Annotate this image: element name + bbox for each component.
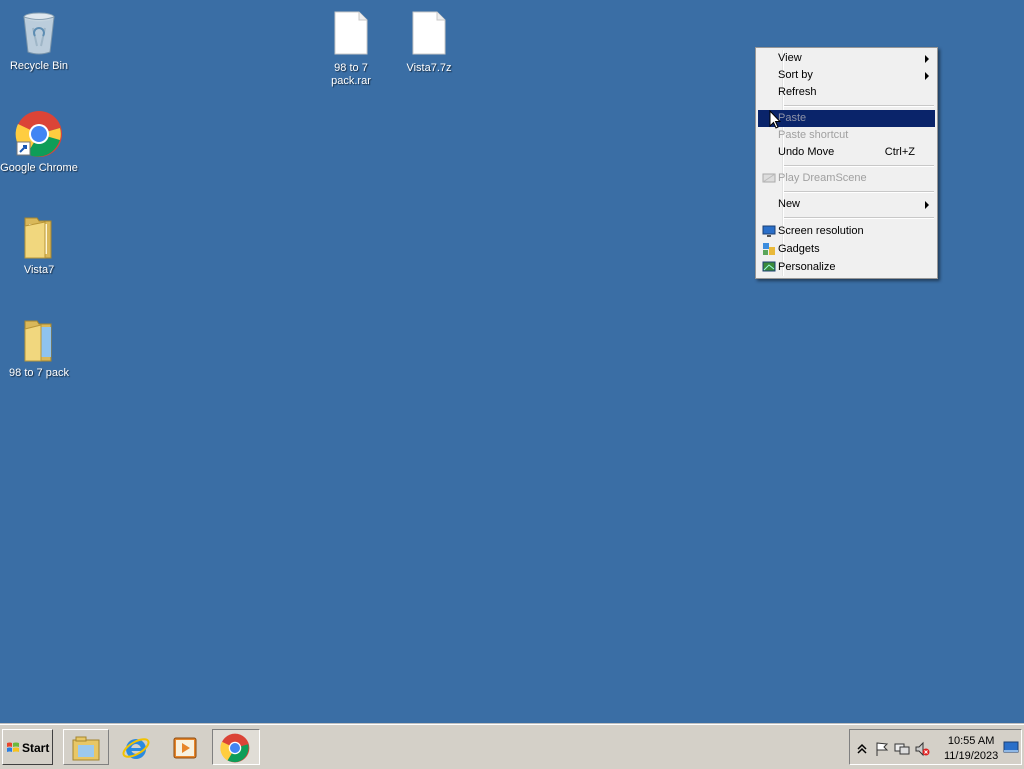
menu-item-new[interactable]: New (758, 196, 935, 213)
show-desktop-icon[interactable] (1003, 739, 1019, 755)
desktop-icon-vista7-7z[interactable]: Vista7.7z (390, 10, 468, 75)
menu-item-label: Paste (778, 112, 807, 124)
menu-item-label: Play DreamScene (778, 172, 867, 184)
chrome-shortcut-icon (15, 110, 63, 158)
dreamscene-icon (762, 171, 776, 185)
taskbar-chrome[interactable] (212, 729, 260, 765)
file-explorer-icon (72, 736, 100, 761)
submenu-arrow-icon (925, 201, 929, 209)
mouse-cursor-icon (769, 109, 782, 132)
notification-area: 10:55 AM 11/19/2023 (849, 729, 1022, 765)
desktop-icon-label: Google Chrome (0, 162, 78, 174)
menu-item-gadgets[interactable]: Gadgets (758, 241, 935, 258)
desktop-icon-label: Recycle Bin (9, 60, 69, 72)
windows-logo-icon (6, 741, 20, 758)
menu-separator (784, 165, 934, 167)
desktop-icon-label: Vista7 (23, 264, 55, 276)
menu-item-refresh[interactable]: Refresh (758, 84, 935, 101)
show-hidden-icons-icon[interactable] (854, 741, 870, 757)
menu-item-label: Sort by (778, 69, 813, 81)
menu-item-screen-resolution[interactable]: Screen resolution (758, 223, 935, 240)
start-button[interactable]: Start (2, 729, 53, 765)
gadgets-icon (762, 242, 776, 256)
menu-item-sort-by[interactable]: Sort by (758, 67, 935, 84)
menu-item-undo-move[interactable]: Undo Move Ctrl+Z (758, 144, 935, 161)
menu-separator (784, 217, 934, 219)
taskbar: Start 10:55 AM 11/19/2023 (0, 724, 1024, 769)
menu-item-paste-shortcut[interactable]: Paste shortcut (758, 127, 935, 144)
menu-item-paste[interactable]: Paste (758, 110, 935, 127)
taskbar-internet-explorer[interactable] (113, 729, 159, 765)
menu-item-play-dreamscene[interactable]: Play DreamScene (758, 170, 935, 187)
desktop-icon-recycle-bin[interactable]: Recycle Bin (0, 8, 78, 73)
menu-item-label: Paste shortcut (778, 129, 849, 141)
network-icon[interactable] (894, 741, 910, 757)
menu-separator (784, 191, 934, 193)
menu-item-label: View (778, 52, 802, 64)
menu-item-shortcut: Ctrl+Z (884, 146, 915, 158)
desktop-icon-98-to-7-pack-folder[interactable]: 98 to 7 pack (0, 315, 78, 380)
menu-item-label: Refresh (778, 86, 817, 98)
action-center-flag-icon[interactable] (874, 741, 890, 757)
desktop-icon-google-chrome[interactable]: Google Chrome (0, 110, 78, 175)
submenu-arrow-icon (925, 72, 929, 80)
desktop-context-menu: View Sort by Refresh Paste Paste shortcu… (755, 47, 938, 279)
menu-item-view[interactable]: View (758, 50, 935, 67)
desktop-icon-label: 98 to 7 pack (9, 367, 69, 379)
taskbar-media-player[interactable] (162, 729, 208, 765)
recycle-bin-icon (15, 8, 63, 56)
file-icon (327, 10, 375, 58)
desktop-icon-vista7-folder[interactable]: Vista7 (0, 212, 78, 277)
clock-date: 11/19/2023 (944, 750, 999, 762)
chrome-icon (220, 733, 250, 763)
internet-explorer-icon (122, 738, 150, 759)
menu-item-label: Personalize (778, 261, 836, 273)
menu-item-label: Undo Move (778, 146, 835, 158)
desktop-icon-label: 98 to 7 pack.rar (331, 62, 371, 87)
clock[interactable]: 10:55 AM 11/19/2023 (944, 734, 998, 764)
media-player-icon (173, 737, 197, 759)
volume-muted-icon[interactable] (914, 741, 930, 757)
desktop-icon-label: Vista7.7z (406, 62, 452, 74)
taskbar-file-explorer[interactable] (63, 729, 109, 765)
screen-resolution-icon (762, 224, 776, 238)
menu-item-label: Screen resolution (778, 225, 864, 237)
menu-separator (784, 105, 934, 107)
folder-icon (15, 315, 63, 363)
start-label: Start (22, 741, 50, 755)
menu-item-label: Gadgets (778, 243, 820, 255)
personalize-icon (762, 260, 776, 274)
desktop-icon-98-to-7-pack-rar[interactable]: 98 to 7 pack.rar (312, 10, 390, 88)
file-icon (405, 10, 453, 58)
submenu-arrow-icon (925, 55, 929, 63)
clock-time: 10:55 AM (947, 735, 995, 747)
menu-item-personalize[interactable]: Personalize (758, 259, 935, 276)
folder-icon (15, 212, 63, 260)
menu-item-label: New (778, 198, 801, 210)
